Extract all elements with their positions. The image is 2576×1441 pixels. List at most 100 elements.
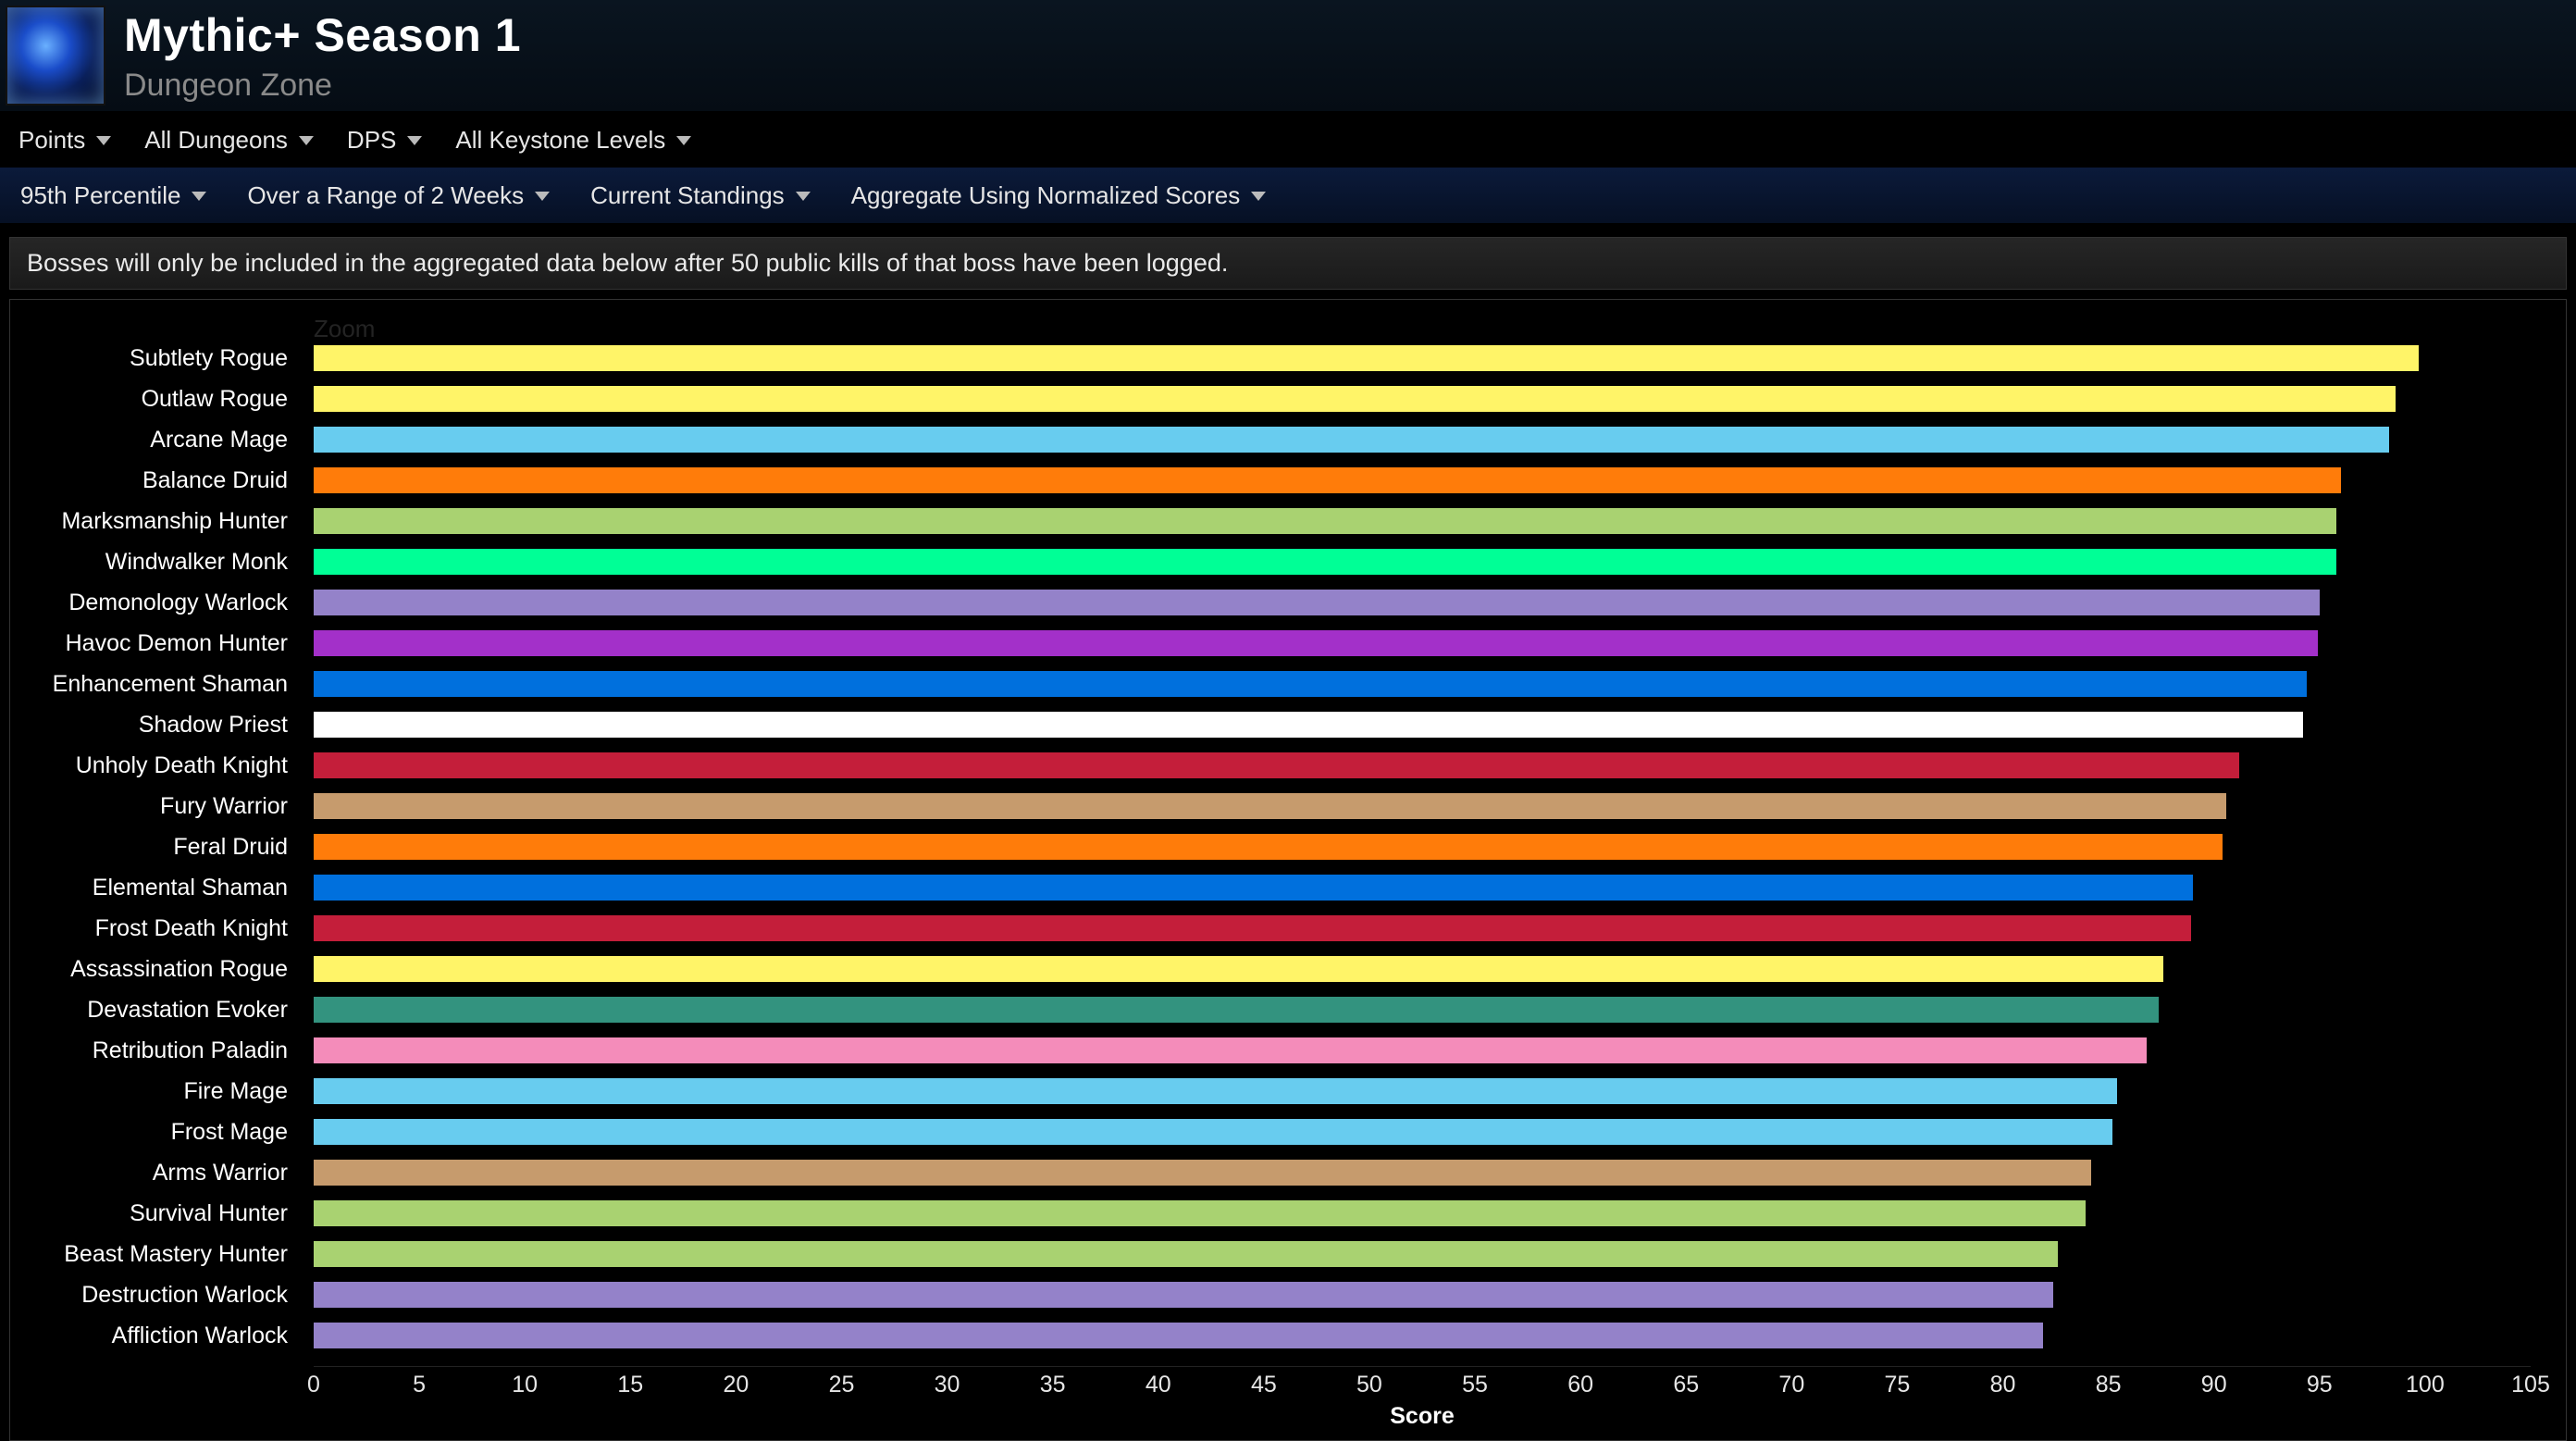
chart-row[interactable]: Havoc Demon Hunter (314, 626, 2531, 661)
chart-row[interactable]: Fire Mage (314, 1074, 2531, 1109)
chart-row[interactable]: Feral Druid (314, 829, 2531, 864)
page-subtitle: Dungeon Zone (124, 68, 521, 104)
chart-bar[interactable] (314, 752, 2239, 778)
page-title: Mythic+ Season 1 (124, 8, 521, 62)
chart-bar[interactable] (314, 712, 2303, 738)
dropdown-standings[interactable]: Current Standings (590, 181, 811, 210)
dropdown-aggregate[interactable]: Aggregate Using Normalized Scores (851, 181, 1267, 210)
chart-bar[interactable] (314, 630, 2318, 656)
chart-row[interactable]: Frost Death Knight (314, 911, 2531, 946)
chart-row-bar-area (314, 1037, 2531, 1063)
chart-row[interactable]: Shadow Priest (314, 707, 2531, 742)
dropdown-range[interactable]: Over a Range of 2 Weeks (247, 181, 550, 210)
x-axis-label: Score (314, 1403, 2531, 1430)
chart-row[interactable]: Fury Warrior (314, 789, 2531, 824)
dropdown-metric[interactable]: Points (19, 126, 111, 155)
dropdown-aggregate-label: Aggregate Using Normalized Scores (851, 181, 1241, 210)
chart-row-label: Frost Death Knight (27, 915, 295, 942)
chart-bar[interactable] (314, 1200, 2086, 1226)
chart-bar[interactable] (314, 956, 2163, 982)
x-tick: 15 (617, 1372, 643, 1398)
dropdown-dungeons[interactable]: All Dungeons (144, 126, 314, 155)
chart-row[interactable]: Unholy Death Knight (314, 748, 2531, 783)
dropdown-role-label: DPS (347, 126, 396, 155)
chart-plot-area[interactable]: Zoom Subtlety RogueOutlaw RogueArcane Ma… (27, 317, 2549, 1431)
chart-bar[interactable] (314, 915, 2191, 941)
x-tick: 70 (1778, 1372, 1804, 1398)
chart-row-label: Outlaw Rogue (27, 386, 295, 413)
chart-row-bar-area (314, 1282, 2531, 1308)
chart-row-label: Beast Mastery Hunter (27, 1241, 295, 1268)
chart-row[interactable]: Destruction Warlock (314, 1277, 2531, 1312)
x-tick: 40 (1146, 1372, 1171, 1398)
chart-row-label: Feral Druid (27, 834, 295, 861)
chart-row[interactable]: Arcane Mage (314, 422, 2531, 457)
chart-row-label: Destruction Warlock (27, 1282, 295, 1309)
chart-row-label: Havoc Demon Hunter (27, 630, 295, 657)
chart-row[interactable]: Affliction Warlock (314, 1318, 2531, 1353)
x-tick: 65 (1673, 1372, 1699, 1398)
chart-bar[interactable] (314, 427, 2389, 453)
chart-bar[interactable] (314, 467, 2341, 493)
chart-row[interactable]: Assassination Rogue (314, 951, 2531, 987)
dropdown-keystone[interactable]: All Keystone Levels (455, 126, 691, 155)
chart-row-label: Demonology Warlock (27, 590, 295, 616)
chart-row[interactable]: Elemental Shaman (314, 870, 2531, 905)
x-tick: 90 (2201, 1372, 2227, 1398)
chart-row[interactable]: Balance Druid (314, 463, 2531, 498)
chart-row[interactable]: Retribution Paladin (314, 1033, 2531, 1068)
chart-row-bar-area (314, 508, 2531, 534)
chart-row-label: Assassination Rogue (27, 956, 295, 983)
chart-row-label: Arms Warrior (27, 1160, 295, 1186)
x-tick: 0 (307, 1372, 320, 1398)
x-tick: 85 (2096, 1372, 2122, 1398)
x-tick: 50 (1356, 1372, 1382, 1398)
chart-bar[interactable] (314, 386, 2396, 412)
chart-bar[interactable] (314, 1078, 2117, 1104)
x-tick: 10 (512, 1372, 538, 1398)
chart-row[interactable]: Demonology Warlock (314, 585, 2531, 620)
chart-bar[interactable] (314, 1160, 2091, 1186)
chart-bar[interactable] (314, 590, 2320, 615)
chart-row-bar-area (314, 1119, 2531, 1145)
chart-row[interactable]: Windwalker Monk (314, 544, 2531, 579)
chart-row[interactable]: Marksmanship Hunter (314, 503, 2531, 539)
chart-row[interactable]: Devastation Evoker (314, 992, 2531, 1027)
dropdown-percentile-label: 95th Percentile (20, 181, 180, 210)
chart-bar[interactable] (314, 1119, 2112, 1145)
chart-bar[interactable] (314, 1282, 2053, 1308)
chart-bar[interactable] (314, 834, 2223, 860)
chart-bar[interactable] (314, 1241, 2058, 1267)
chart-row[interactable]: Beast Mastery Hunter (314, 1236, 2531, 1272)
chart-row[interactable]: Frost Mage (314, 1114, 2531, 1149)
toolbar-primary: Points All Dungeons DPS All Keystone Lev… (0, 112, 2576, 168)
dropdown-keystone-label: All Keystone Levels (455, 126, 665, 155)
chart-bar[interactable] (314, 793, 2226, 819)
dropdown-percentile[interactable]: 95th Percentile (20, 181, 206, 210)
chart-bar[interactable] (314, 875, 2193, 901)
chart-bar[interactable] (314, 549, 2336, 575)
chart-bar[interactable] (314, 345, 2419, 371)
zone-icon (6, 6, 105, 106)
chart-row[interactable]: Enhancement Shaman (314, 666, 2531, 702)
chart-bar[interactable] (314, 1323, 2043, 1348)
chart-row-label: Windwalker Monk (27, 549, 295, 576)
chevron-down-icon (796, 192, 811, 201)
chart-bar[interactable] (314, 508, 2336, 534)
chart-bar[interactable] (314, 671, 2307, 697)
dropdown-role[interactable]: DPS (347, 126, 422, 155)
x-tick: 30 (935, 1372, 960, 1398)
x-axis-ticks: 0510152025303540455055606570758085909510… (314, 1372, 2531, 1399)
chart-row[interactable]: Outlaw Rogue (314, 381, 2531, 416)
chart-rows: Subtlety Rogue Outlaw Rogue Arcane Mage Bal… (314, 341, 2531, 1353)
chart-row[interactable]: Survival Hunter (314, 1196, 2531, 1231)
chart-bar[interactable] (314, 997, 2159, 1023)
chart-row-label: Balance Druid (27, 467, 295, 494)
chart-row[interactable]: Subtlety Rogue (314, 341, 2531, 376)
chart-row[interactable]: Arms Warrior (314, 1155, 2531, 1190)
dropdown-metric-label: Points (19, 126, 85, 155)
x-tick: 95 (2307, 1372, 2333, 1398)
chart-row-bar-area (314, 752, 2531, 778)
chart-bar[interactable] (314, 1037, 2147, 1063)
dropdown-standings-label: Current Standings (590, 181, 785, 210)
